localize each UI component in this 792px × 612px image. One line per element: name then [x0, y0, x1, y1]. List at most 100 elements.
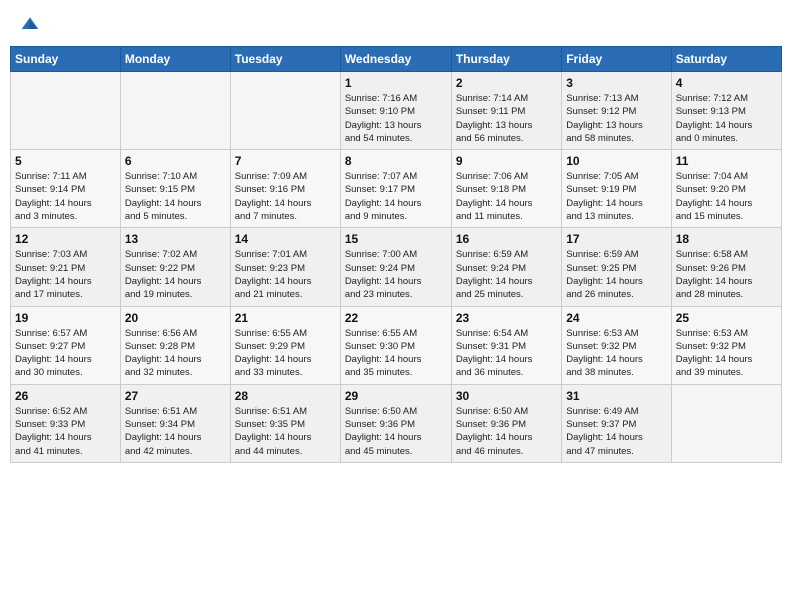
calendar-day-cell: 31 Sunrise: 6:49 AMSunset: 9:37 PMDayligh…: [562, 384, 671, 462]
calendar-day-cell: 21 Sunrise: 6:55 AMSunset: 9:29 PMDayligh…: [230, 306, 340, 384]
day-number: 9: [456, 154, 557, 168]
day-info: Sunrise: 7:01 AMSunset: 9:23 PMDaylight:…: [235, 248, 336, 301]
calendar-day-cell: 2 Sunrise: 7:14 AMSunset: 9:11 PMDaylight…: [451, 72, 561, 150]
day-number: 31: [566, 389, 666, 403]
day-number: 1: [345, 76, 447, 90]
calendar-header-saturday: Saturday: [671, 47, 781, 72]
calendar-day-cell: 25 Sunrise: 6:53 AMSunset: 9:32 PMDayligh…: [671, 306, 781, 384]
day-number: 4: [676, 76, 777, 90]
day-number: 11: [676, 154, 777, 168]
calendar-header-sunday: Sunday: [11, 47, 121, 72]
day-number: 7: [235, 154, 336, 168]
day-info: Sunrise: 7:07 AMSunset: 9:17 PMDaylight:…: [345, 170, 447, 223]
day-info: Sunrise: 6:52 AMSunset: 9:33 PMDaylight:…: [15, 405, 116, 458]
calendar-day-cell: 10 Sunrise: 7:05 AMSunset: 9:19 PMDayligh…: [562, 150, 671, 228]
calendar-day-cell: 18Sunrise: 6:58 AMSunset: 9:26 PMDayligh…: [671, 228, 781, 306]
day-number: 15: [345, 232, 447, 246]
day-info: Sunrise: 6:53 AMSunset: 9:32 PMDaylight:…: [566, 327, 666, 380]
page-header: [10, 10, 782, 38]
logo-icon: [20, 14, 40, 34]
day-info: Sunrise: 7:10 AMSunset: 9:15 PMDaylight:…: [125, 170, 226, 223]
calendar-day-cell: 23Sunrise: 6:54 AMSunset: 9:31 PMDayligh…: [451, 306, 561, 384]
calendar-day-cell: 22 Sunrise: 6:55 AMSunset: 9:30 PMDayligh…: [340, 306, 451, 384]
day-info: Sunrise: 7:03 AMSunset: 9:21 PMDaylight:…: [15, 248, 116, 301]
calendar-table: SundayMondayTuesdayWednesdayThursdayFrid…: [10, 46, 782, 463]
day-number: 3: [566, 76, 666, 90]
calendar-day-cell: [671, 384, 781, 462]
day-number: 5: [15, 154, 116, 168]
calendar-day-cell: 4 Sunrise: 7:12 AMSunset: 9:13 PMDaylight…: [671, 72, 781, 150]
day-number: 2: [456, 76, 557, 90]
calendar-day-cell: [230, 72, 340, 150]
day-info: Sunrise: 6:51 AMSunset: 9:34 PMDaylight:…: [125, 405, 226, 458]
day-number: 14: [235, 232, 336, 246]
calendar-day-cell: 17 Sunrise: 6:59 AMSunset: 9:25 PMDayligh…: [562, 228, 671, 306]
calendar-day-cell: 9Sunrise: 7:06 AMSunset: 9:18 PMDaylight…: [451, 150, 561, 228]
day-number: 17: [566, 232, 666, 246]
day-info: Sunrise: 7:16 AMSunset: 9:10 PMDaylight:…: [345, 92, 447, 145]
calendar-day-cell: 7 Sunrise: 7:09 AMSunset: 9:16 PMDaylight…: [230, 150, 340, 228]
calendar-day-cell: 30Sunrise: 6:50 AMSunset: 9:36 PMDayligh…: [451, 384, 561, 462]
day-number: 10: [566, 154, 666, 168]
calendar-header-friday: Friday: [562, 47, 671, 72]
calendar-day-cell: 3 Sunrise: 7:13 AMSunset: 9:12 PMDaylight…: [562, 72, 671, 150]
calendar-day-cell: 8 Sunrise: 7:07 AMSunset: 9:17 PMDaylight…: [340, 150, 451, 228]
calendar-day-cell: 11 Sunrise: 7:04 AMSunset: 9:20 PMDayligh…: [671, 150, 781, 228]
calendar-day-cell: 26 Sunrise: 6:52 AMSunset: 9:33 PMDayligh…: [11, 384, 121, 462]
day-info: Sunrise: 7:12 AMSunset: 9:13 PMDaylight:…: [676, 92, 777, 145]
day-info: Sunrise: 6:54 AMSunset: 9:31 PMDaylight:…: [456, 327, 557, 380]
day-info: Sunrise: 6:55 AMSunset: 9:30 PMDaylight:…: [345, 327, 447, 380]
day-number: 25: [676, 311, 777, 325]
day-info: Sunrise: 6:58 AMSunset: 9:26 PMDaylight:…: [676, 248, 777, 301]
day-number: 29: [345, 389, 447, 403]
calendar-day-cell: 13Sunrise: 7:02 AMSunset: 9:22 PMDayligh…: [120, 228, 230, 306]
day-info: Sunrise: 6:59 AMSunset: 9:24 PMDaylight:…: [456, 248, 557, 301]
calendar-day-cell: 29 Sunrise: 6:50 AMSunset: 9:36 PMDayligh…: [340, 384, 451, 462]
day-info: Sunrise: 7:14 AMSunset: 9:11 PMDaylight:…: [456, 92, 557, 145]
calendar-header-row: SundayMondayTuesdayWednesdayThursdayFrid…: [11, 47, 782, 72]
day-info: Sunrise: 6:51 AMSunset: 9:35 PMDaylight:…: [235, 405, 336, 458]
day-info: Sunrise: 6:59 AMSunset: 9:25 PMDaylight:…: [566, 248, 666, 301]
day-info: Sunrise: 7:13 AMSunset: 9:12 PMDaylight:…: [566, 92, 666, 145]
day-number: 30: [456, 389, 557, 403]
day-info: Sunrise: 7:05 AMSunset: 9:19 PMDaylight:…: [566, 170, 666, 223]
day-info: Sunrise: 6:49 AMSunset: 9:37 PMDaylight:…: [566, 405, 666, 458]
day-info: Sunrise: 6:55 AMSunset: 9:29 PMDaylight:…: [235, 327, 336, 380]
day-info: Sunrise: 7:04 AMSunset: 9:20 PMDaylight:…: [676, 170, 777, 223]
calendar-week-row: 12 Sunrise: 7:03 AMSunset: 9:21 PMDayligh…: [11, 228, 782, 306]
day-info: Sunrise: 7:02 AMSunset: 9:22 PMDaylight:…: [125, 248, 226, 301]
day-number: 12: [15, 232, 116, 246]
calendar-day-cell: 1 Sunrise: 7:16 AMSunset: 9:10 PMDaylight…: [340, 72, 451, 150]
calendar-header-wednesday: Wednesday: [340, 47, 451, 72]
day-number: 21: [235, 311, 336, 325]
calendar-header-monday: Monday: [120, 47, 230, 72]
day-number: 22: [345, 311, 447, 325]
calendar-day-cell: 28 Sunrise: 6:51 AMSunset: 9:35 PMDayligh…: [230, 384, 340, 462]
day-info: Sunrise: 6:57 AMSunset: 9:27 PMDaylight:…: [15, 327, 116, 380]
day-info: Sunrise: 7:09 AMSunset: 9:16 PMDaylight:…: [235, 170, 336, 223]
calendar-day-cell: [120, 72, 230, 150]
day-number: 26: [15, 389, 116, 403]
day-number: 8: [345, 154, 447, 168]
day-number: 24: [566, 311, 666, 325]
day-number: 27: [125, 389, 226, 403]
calendar-week-row: 1 Sunrise: 7:16 AMSunset: 9:10 PMDaylight…: [11, 72, 782, 150]
day-info: Sunrise: 6:56 AMSunset: 9:28 PMDaylight:…: [125, 327, 226, 380]
day-info: Sunrise: 7:00 AMSunset: 9:24 PMDaylight:…: [345, 248, 447, 301]
calendar-day-cell: 6Sunrise: 7:10 AMSunset: 9:15 PMDaylight…: [120, 150, 230, 228]
calendar-week-row: 5 Sunrise: 7:11 AMSunset: 9:14 PMDaylight…: [11, 150, 782, 228]
calendar-day-cell: 14 Sunrise: 7:01 AMSunset: 9:23 PMDayligh…: [230, 228, 340, 306]
day-number: 19: [15, 311, 116, 325]
day-info: Sunrise: 6:53 AMSunset: 9:32 PMDaylight:…: [676, 327, 777, 380]
calendar-day-cell: 19 Sunrise: 6:57 AMSunset: 9:27 PMDayligh…: [11, 306, 121, 384]
calendar-day-cell: 27 Sunrise: 6:51 AMSunset: 9:34 PMDayligh…: [120, 384, 230, 462]
calendar-day-cell: 24 Sunrise: 6:53 AMSunset: 9:32 PMDayligh…: [562, 306, 671, 384]
day-number: 16: [456, 232, 557, 246]
calendar-day-cell: 12 Sunrise: 7:03 AMSunset: 9:21 PMDayligh…: [11, 228, 121, 306]
day-number: 28: [235, 389, 336, 403]
day-info: Sunrise: 6:50 AMSunset: 9:36 PMDaylight:…: [345, 405, 447, 458]
day-info: Sunrise: 7:11 AMSunset: 9:14 PMDaylight:…: [15, 170, 116, 223]
calendar-day-cell: [11, 72, 121, 150]
calendar-day-cell: 16 Sunrise: 6:59 AMSunset: 9:24 PMDayligh…: [451, 228, 561, 306]
calendar-day-cell: 20Sunrise: 6:56 AMSunset: 9:28 PMDayligh…: [120, 306, 230, 384]
